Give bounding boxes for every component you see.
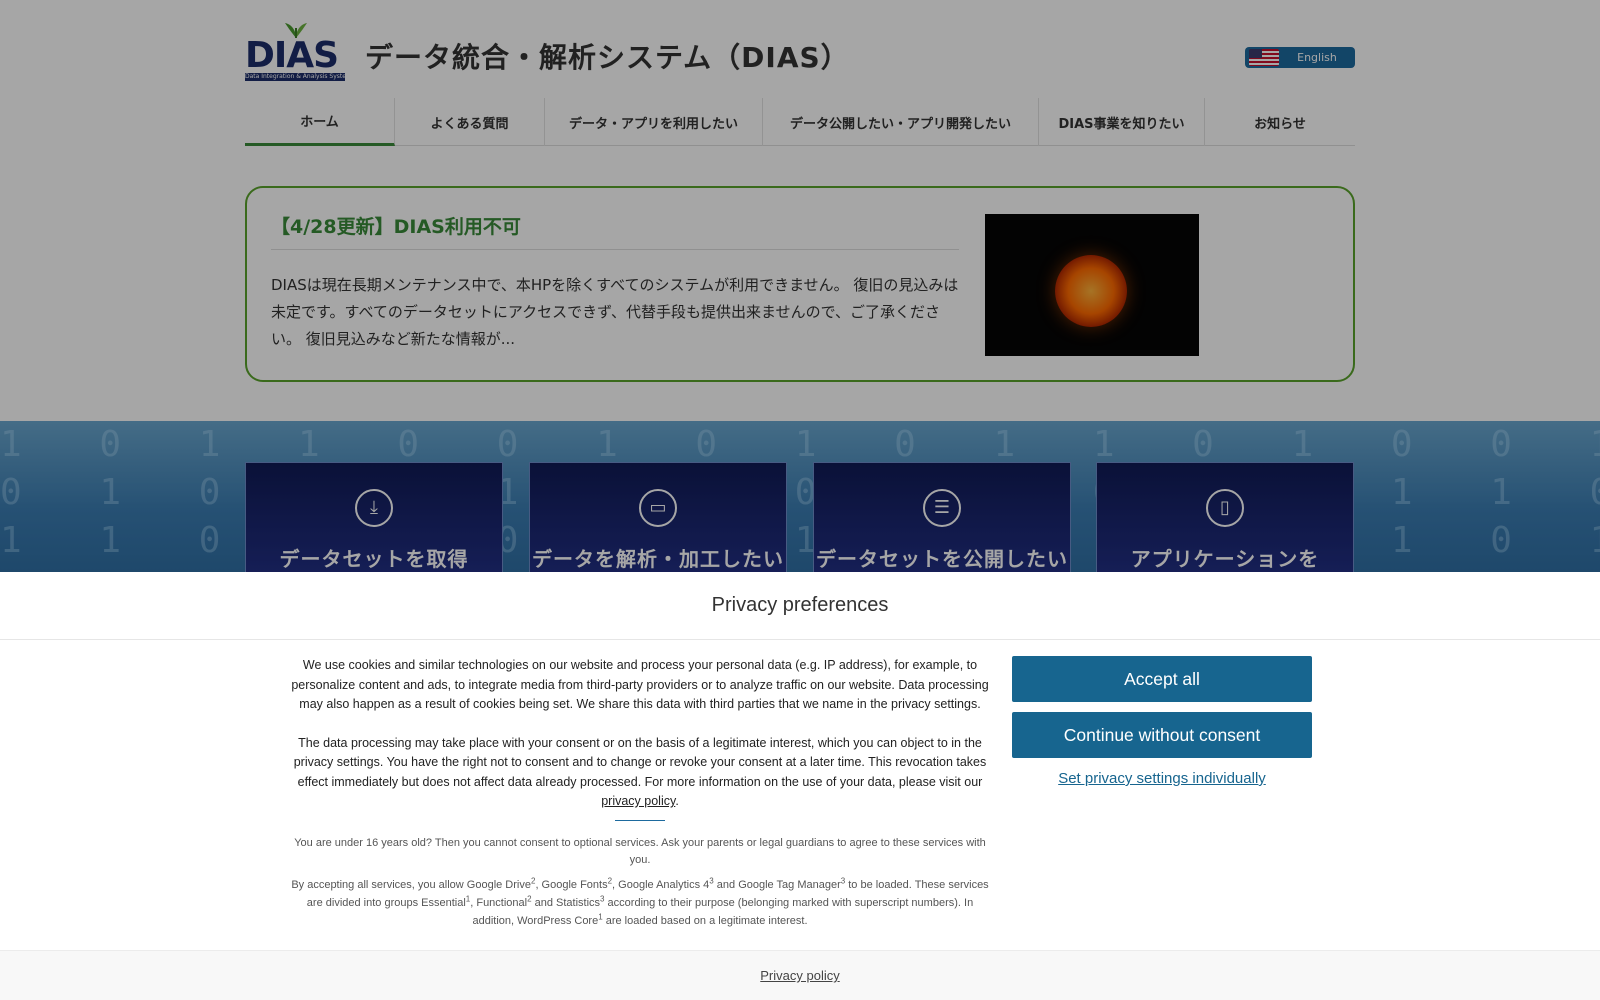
accept-all-button[interactable]: Accept all bbox=[1012, 656, 1312, 702]
services-text: , Google Analytics 4 bbox=[612, 878, 710, 891]
consent-description: We use cookies and similar technologies … bbox=[288, 656, 992, 930]
footer-privacy-policy-link[interactable]: Privacy policy bbox=[760, 968, 839, 983]
consent-title: Privacy preferences bbox=[711, 594, 889, 616]
continue-without-consent-button[interactable]: Continue without consent bbox=[1012, 712, 1312, 758]
consent-paragraph-1: We use cookies and similar technologies … bbox=[291, 658, 989, 711]
consent-header: Privacy preferences bbox=[0, 572, 1600, 640]
individual-privacy-settings-link[interactable]: Set privacy settings individually bbox=[1012, 770, 1312, 787]
divider bbox=[615, 819, 665, 821]
privacy-consent-panel: Privacy preferences We use cookies and s… bbox=[0, 572, 1600, 1000]
services-text: By accepting all services, you allow Goo… bbox=[291, 878, 531, 891]
consent-footer: Privacy policy bbox=[0, 950, 1600, 1000]
services-text: are loaded based on a legitimate interes… bbox=[602, 914, 808, 927]
consent-services-notice: By accepting all services, you allow Goo… bbox=[288, 876, 992, 930]
consent-paragraph-2-text: The data processing may take place with … bbox=[293, 735, 987, 789]
consent-paragraph-2-end: . bbox=[675, 794, 679, 808]
services-text: and Google Tag Manager bbox=[713, 878, 841, 891]
services-text: , Functional bbox=[470, 896, 528, 909]
consent-paragraph-2: The data processing may take place with … bbox=[288, 734, 992, 812]
services-text: and Statistics bbox=[531, 896, 601, 909]
privacy-policy-link[interactable]: privacy policy bbox=[601, 794, 675, 808]
consent-age-notice: You are under 16 years old? Then you can… bbox=[294, 836, 986, 867]
services-text: , Google Fonts bbox=[535, 878, 608, 891]
